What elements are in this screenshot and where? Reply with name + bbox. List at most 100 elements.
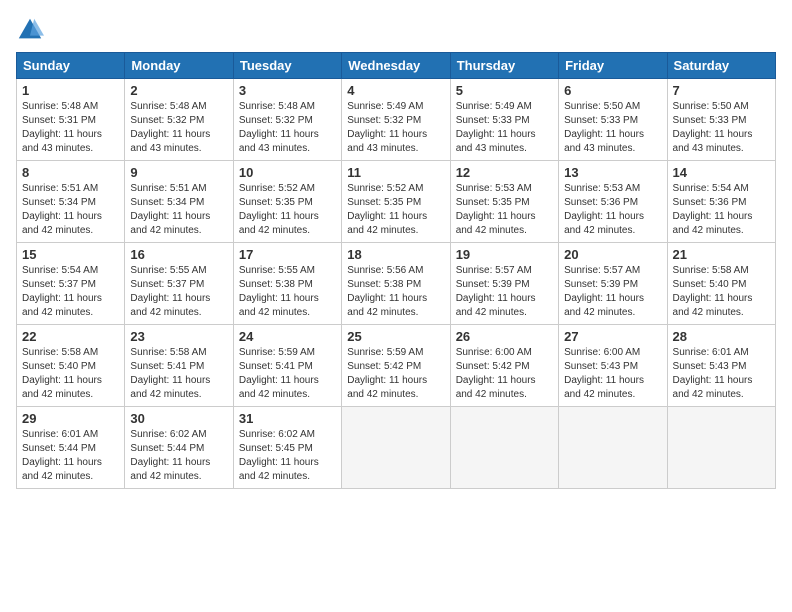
day-number: 8 (22, 165, 119, 180)
table-row: 10 Sunrise: 5:52 AM Sunset: 5:35 PM Dayl… (233, 161, 341, 243)
day-info: Sunrise: 5:50 AM Sunset: 5:33 PM Dayligh… (673, 100, 770, 156)
table-row: 30 Sunrise: 6:02 AM Sunset: 5:44 PM Dayl… (125, 407, 233, 489)
day-number: 17 (239, 247, 336, 262)
header-monday: Monday (125, 53, 233, 79)
day-number: 16 (130, 247, 227, 262)
day-number: 23 (130, 329, 227, 344)
calendar-week-2: 8 Sunrise: 5:51 AM Sunset: 5:34 PM Dayli… (17, 161, 776, 243)
table-row: 21 Sunrise: 5:58 AM Sunset: 5:40 PM Dayl… (667, 243, 775, 325)
day-number: 27 (564, 329, 661, 344)
table-row: 14 Sunrise: 5:54 AM Sunset: 5:36 PM Dayl… (667, 161, 775, 243)
table-row: 25 Sunrise: 5:59 AM Sunset: 5:42 PM Dayl… (342, 325, 450, 407)
day-number: 24 (239, 329, 336, 344)
day-number: 6 (564, 83, 661, 98)
calendar-week-1: 1 Sunrise: 5:48 AM Sunset: 5:31 PM Dayli… (17, 79, 776, 161)
day-info: Sunrise: 5:48 AM Sunset: 5:32 PM Dayligh… (239, 100, 336, 156)
day-number: 21 (673, 247, 770, 262)
calendar-week-3: 15 Sunrise: 5:54 AM Sunset: 5:37 PM Dayl… (17, 243, 776, 325)
day-number: 12 (456, 165, 553, 180)
day-info: Sunrise: 5:52 AM Sunset: 5:35 PM Dayligh… (239, 182, 336, 238)
day-number: 28 (673, 329, 770, 344)
table-row: 20 Sunrise: 5:57 AM Sunset: 5:39 PM Dayl… (559, 243, 667, 325)
day-info: Sunrise: 5:53 AM Sunset: 5:36 PM Dayligh… (564, 182, 661, 238)
logo-icon (16, 16, 44, 44)
day-info: Sunrise: 5:48 AM Sunset: 5:32 PM Dayligh… (130, 100, 227, 156)
day-info: Sunrise: 5:49 AM Sunset: 5:32 PM Dayligh… (347, 100, 444, 156)
table-row: 3 Sunrise: 5:48 AM Sunset: 5:32 PM Dayli… (233, 79, 341, 161)
table-row: 28 Sunrise: 6:01 AM Sunset: 5:43 PM Dayl… (667, 325, 775, 407)
day-number: 31 (239, 411, 336, 426)
weekday-header-row: Sunday Monday Tuesday Wednesday Thursday… (17, 53, 776, 79)
day-info: Sunrise: 5:54 AM Sunset: 5:36 PM Dayligh… (673, 182, 770, 238)
table-row: 16 Sunrise: 5:55 AM Sunset: 5:37 PM Dayl… (125, 243, 233, 325)
day-number: 4 (347, 83, 444, 98)
day-info: Sunrise: 5:57 AM Sunset: 5:39 PM Dayligh… (564, 264, 661, 320)
header-thursday: Thursday (450, 53, 558, 79)
day-number: 10 (239, 165, 336, 180)
table-row: 24 Sunrise: 5:59 AM Sunset: 5:41 PM Dayl… (233, 325, 341, 407)
day-info: Sunrise: 5:50 AM Sunset: 5:33 PM Dayligh… (564, 100, 661, 156)
table-row: 11 Sunrise: 5:52 AM Sunset: 5:35 PM Dayl… (342, 161, 450, 243)
table-row: 2 Sunrise: 5:48 AM Sunset: 5:32 PM Dayli… (125, 79, 233, 161)
day-info: Sunrise: 5:59 AM Sunset: 5:41 PM Dayligh… (239, 346, 336, 402)
table-row: 31 Sunrise: 6:02 AM Sunset: 5:45 PM Dayl… (233, 407, 341, 489)
day-number: 26 (456, 329, 553, 344)
day-info: Sunrise: 5:57 AM Sunset: 5:39 PM Dayligh… (456, 264, 553, 320)
table-row: 18 Sunrise: 5:56 AM Sunset: 5:38 PM Dayl… (342, 243, 450, 325)
header-tuesday: Tuesday (233, 53, 341, 79)
day-info: Sunrise: 5:55 AM Sunset: 5:38 PM Dayligh… (239, 264, 336, 320)
day-info: Sunrise: 5:51 AM Sunset: 5:34 PM Dayligh… (22, 182, 119, 238)
day-info: Sunrise: 5:58 AM Sunset: 5:40 PM Dayligh… (673, 264, 770, 320)
table-row: 6 Sunrise: 5:50 AM Sunset: 5:33 PM Dayli… (559, 79, 667, 161)
table-row (450, 407, 558, 489)
table-row: 13 Sunrise: 5:53 AM Sunset: 5:36 PM Dayl… (559, 161, 667, 243)
calendar-table: Sunday Monday Tuesday Wednesday Thursday… (16, 52, 776, 489)
header-saturday: Saturday (667, 53, 775, 79)
day-number: 13 (564, 165, 661, 180)
table-row: 12 Sunrise: 5:53 AM Sunset: 5:35 PM Dayl… (450, 161, 558, 243)
day-number: 25 (347, 329, 444, 344)
table-row: 27 Sunrise: 6:00 AM Sunset: 5:43 PM Dayl… (559, 325, 667, 407)
table-row: 9 Sunrise: 5:51 AM Sunset: 5:34 PM Dayli… (125, 161, 233, 243)
day-info: Sunrise: 6:00 AM Sunset: 5:43 PM Dayligh… (564, 346, 661, 402)
day-number: 3 (239, 83, 336, 98)
day-number: 11 (347, 165, 444, 180)
table-row: 22 Sunrise: 5:58 AM Sunset: 5:40 PM Dayl… (17, 325, 125, 407)
day-info: Sunrise: 6:00 AM Sunset: 5:42 PM Dayligh… (456, 346, 553, 402)
day-info: Sunrise: 6:02 AM Sunset: 5:44 PM Dayligh… (130, 428, 227, 484)
table-row: 29 Sunrise: 6:01 AM Sunset: 5:44 PM Dayl… (17, 407, 125, 489)
day-info: Sunrise: 5:48 AM Sunset: 5:31 PM Dayligh… (22, 100, 119, 156)
table-row: 4 Sunrise: 5:49 AM Sunset: 5:32 PM Dayli… (342, 79, 450, 161)
calendar-week-4: 22 Sunrise: 5:58 AM Sunset: 5:40 PM Dayl… (17, 325, 776, 407)
table-row (342, 407, 450, 489)
header-sunday: Sunday (17, 53, 125, 79)
header-friday: Friday (559, 53, 667, 79)
day-info: Sunrise: 6:02 AM Sunset: 5:45 PM Dayligh… (239, 428, 336, 484)
table-row: 19 Sunrise: 5:57 AM Sunset: 5:39 PM Dayl… (450, 243, 558, 325)
day-number: 18 (347, 247, 444, 262)
day-info: Sunrise: 5:55 AM Sunset: 5:37 PM Dayligh… (130, 264, 227, 320)
table-row: 5 Sunrise: 5:49 AM Sunset: 5:33 PM Dayli… (450, 79, 558, 161)
day-number: 19 (456, 247, 553, 262)
day-number: 2 (130, 83, 227, 98)
day-info: Sunrise: 5:49 AM Sunset: 5:33 PM Dayligh… (456, 100, 553, 156)
day-info: Sunrise: 5:53 AM Sunset: 5:35 PM Dayligh… (456, 182, 553, 238)
day-number: 9 (130, 165, 227, 180)
day-info: Sunrise: 5:56 AM Sunset: 5:38 PM Dayligh… (347, 264, 444, 320)
day-number: 15 (22, 247, 119, 262)
day-number: 29 (22, 411, 119, 426)
table-row (559, 407, 667, 489)
table-row: 23 Sunrise: 5:58 AM Sunset: 5:41 PM Dayl… (125, 325, 233, 407)
table-row: 1 Sunrise: 5:48 AM Sunset: 5:31 PM Dayli… (17, 79, 125, 161)
header-wednesday: Wednesday (342, 53, 450, 79)
day-number: 20 (564, 247, 661, 262)
day-info: Sunrise: 5:59 AM Sunset: 5:42 PM Dayligh… (347, 346, 444, 402)
day-number: 14 (673, 165, 770, 180)
day-info: Sunrise: 5:58 AM Sunset: 5:40 PM Dayligh… (22, 346, 119, 402)
table-row: 8 Sunrise: 5:51 AM Sunset: 5:34 PM Dayli… (17, 161, 125, 243)
table-row: 17 Sunrise: 5:55 AM Sunset: 5:38 PM Dayl… (233, 243, 341, 325)
table-row (667, 407, 775, 489)
day-info: Sunrise: 5:58 AM Sunset: 5:41 PM Dayligh… (130, 346, 227, 402)
day-number: 22 (22, 329, 119, 344)
page-header (16, 16, 776, 44)
